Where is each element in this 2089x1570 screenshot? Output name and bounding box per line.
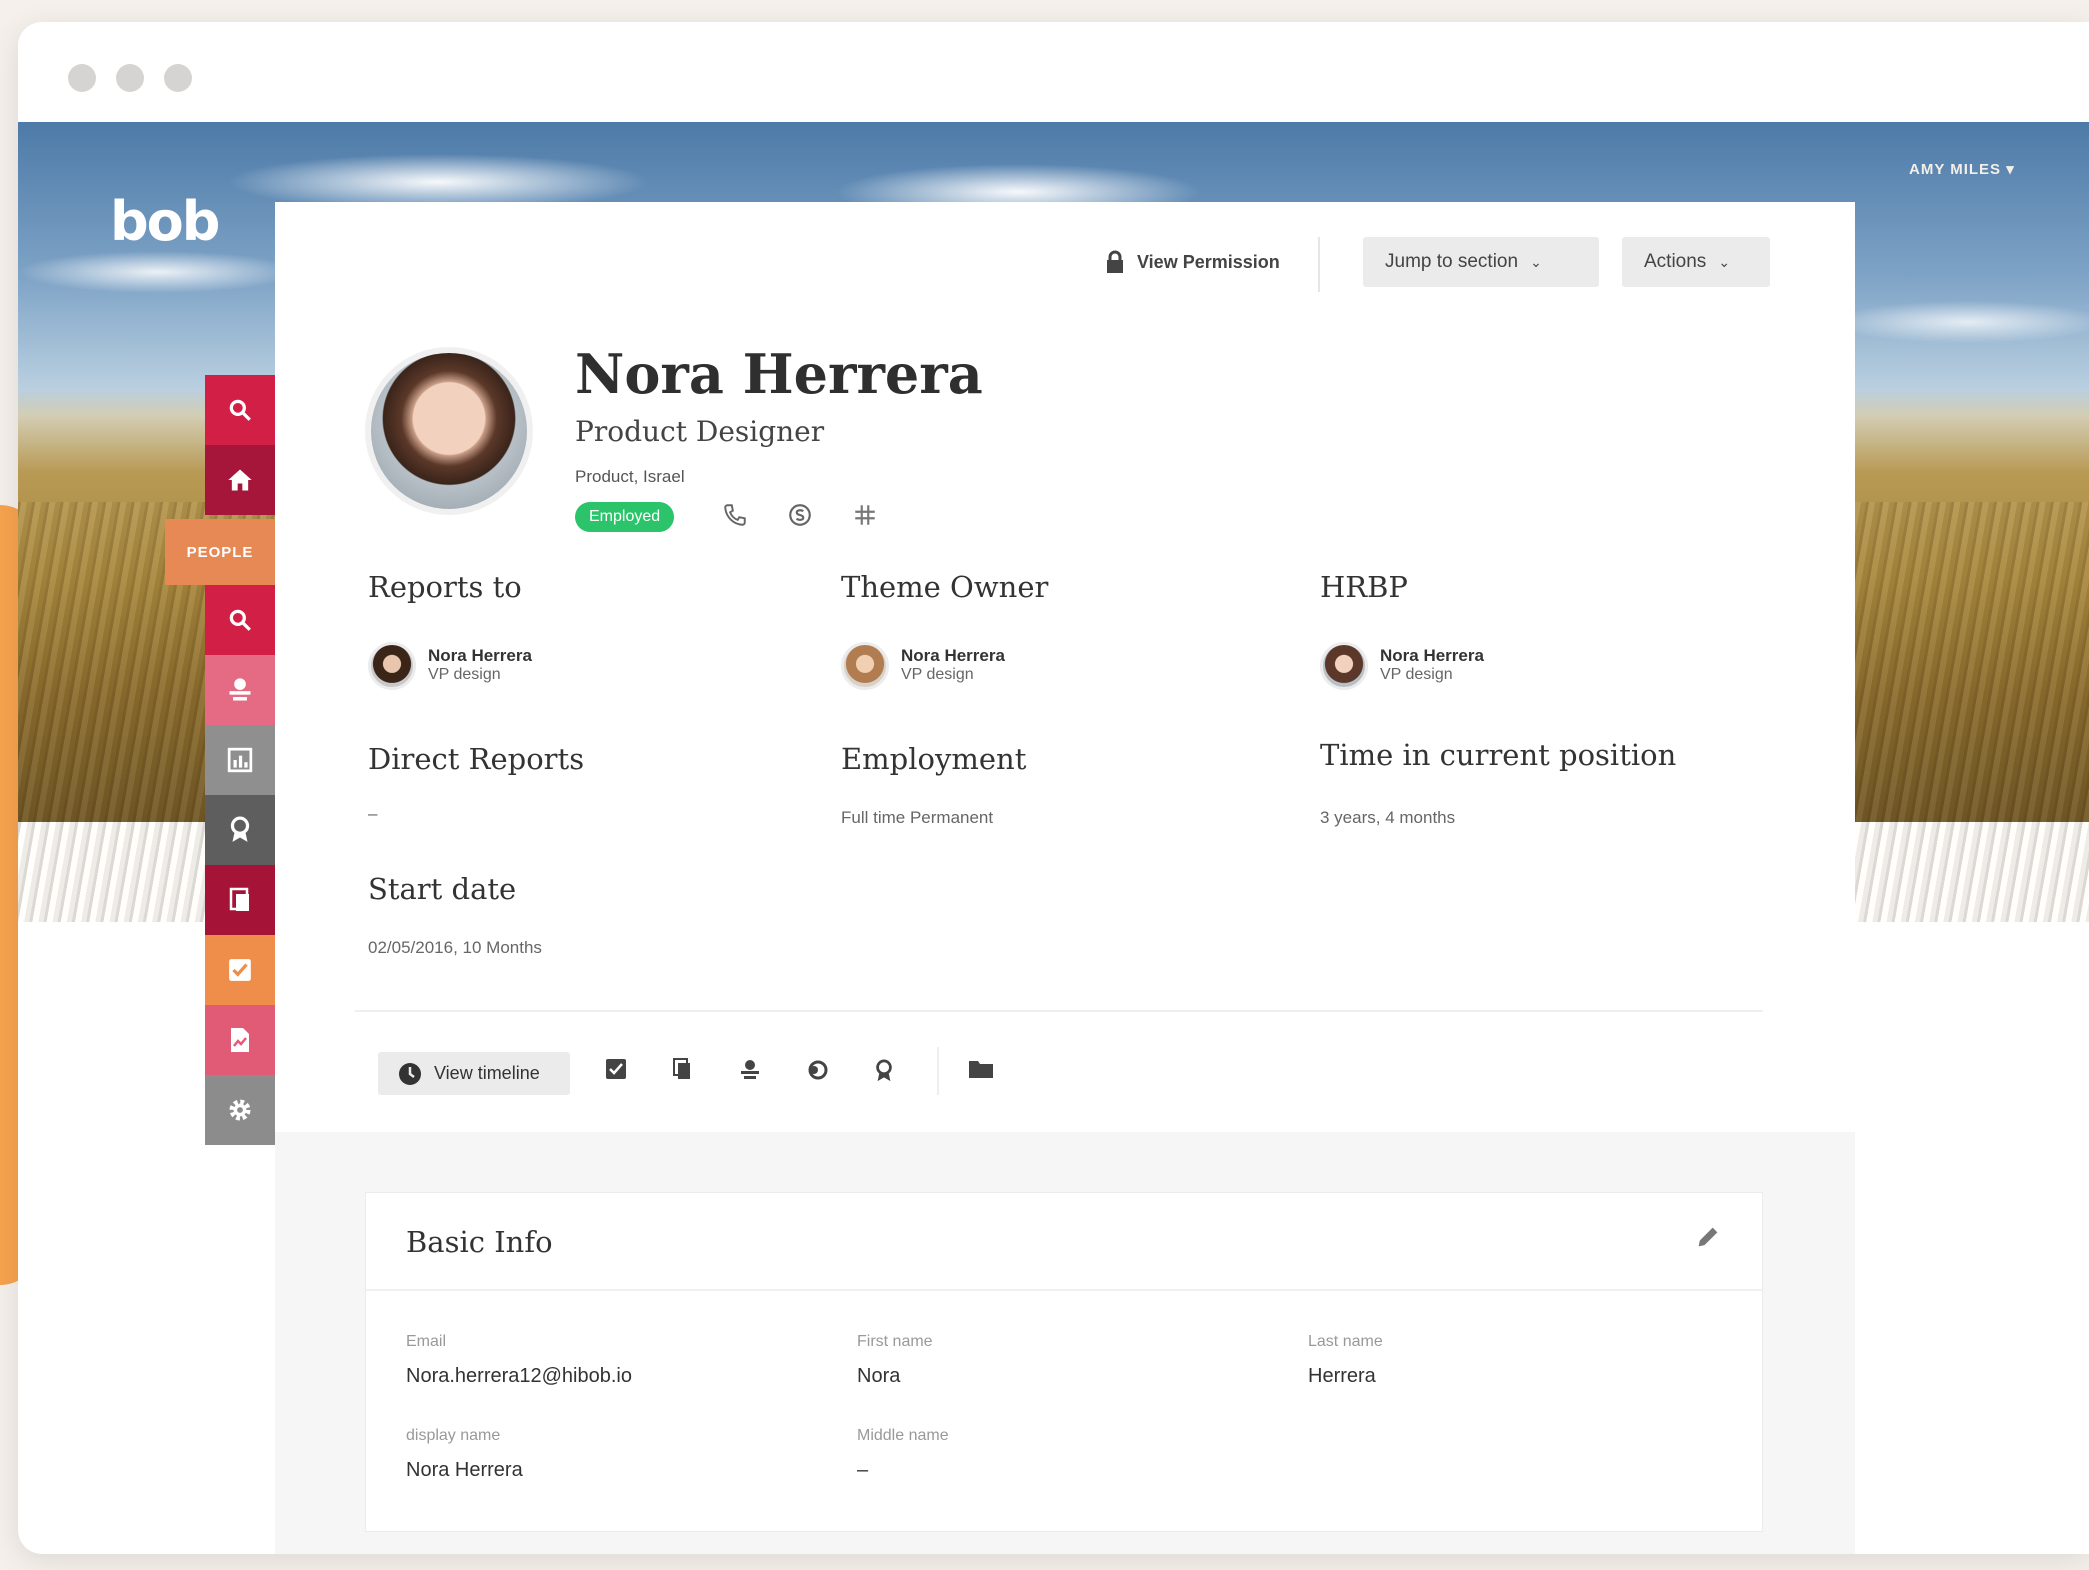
search-icon bbox=[229, 609, 251, 631]
profile-panel: View Permission Jump to section ⌄ Action… bbox=[275, 202, 1855, 1554]
nav-awards-button[interactable] bbox=[205, 795, 275, 865]
jump-to-section-label: Jump to section bbox=[1385, 251, 1519, 272]
skype-icon[interactable] bbox=[787, 502, 813, 528]
view-permission-label: View Permission bbox=[1137, 251, 1280, 272]
email-label: Email bbox=[406, 1333, 447, 1350]
theme-owner-name: Nora Herrera bbox=[901, 646, 1005, 665]
folder-icon[interactable] bbox=[968, 1058, 994, 1080]
last-name-value: Herrera bbox=[1308, 1365, 1376, 1387]
nav-settings-button[interactable] bbox=[205, 1075, 275, 1145]
profile-avatar[interactable] bbox=[365, 347, 533, 515]
edit-pencil-icon[interactable] bbox=[1694, 1223, 1722, 1251]
hrbp-person[interactable]: Nora Herrera VP design bbox=[1320, 642, 1620, 694]
direct-reports-value: – bbox=[368, 804, 378, 823]
view-permission-button[interactable]: View Permission bbox=[1105, 250, 1280, 274]
phone-icon[interactable] bbox=[722, 502, 748, 528]
bob-logo[interactable]: bob bbox=[110, 190, 220, 253]
time-in-position-value: 3 years, 4 months bbox=[1320, 808, 1456, 827]
nav-search-button[interactable] bbox=[205, 375, 275, 445]
status-badge: Employed bbox=[575, 502, 675, 532]
jump-to-section-dropdown[interactable]: Jump to section ⌄ bbox=[1363, 237, 1599, 287]
docs-icon bbox=[229, 887, 249, 911]
actions-dropdown[interactable]: Actions ⌄ bbox=[1622, 237, 1770, 287]
start-date-value: 02/05/2016, 10 Months bbox=[368, 938, 542, 957]
tasks-icon bbox=[229, 959, 251, 981]
reports-to-person[interactable]: Nora Herrera VP design bbox=[368, 642, 668, 694]
view-timeline-button[interactable]: View timeline bbox=[378, 1052, 570, 1095]
window-close-dot[interactable] bbox=[68, 64, 96, 92]
avatar bbox=[1320, 642, 1368, 690]
direct-reports-label: Direct Reports bbox=[368, 742, 585, 776]
lock-icon bbox=[1107, 250, 1123, 273]
hrbp-title: VP design bbox=[1380, 666, 1453, 683]
profile-name: Nora Herrera bbox=[575, 342, 983, 406]
nav-org-chart-button[interactable] bbox=[205, 655, 275, 725]
section-divider bbox=[355, 1010, 1763, 1012]
hrbp-label: HRBP bbox=[1320, 570, 1408, 604]
middle-name-label: Middle name bbox=[857, 1427, 949, 1444]
basic-info-card: Basic Info Email Nora.herrera12@hibob.io… bbox=[365, 1192, 1763, 1532]
card-divider bbox=[366, 1289, 1762, 1291]
org-icon bbox=[229, 678, 251, 701]
reports-to-label: Reports to bbox=[368, 570, 522, 604]
toolbar-divider bbox=[1318, 237, 1320, 292]
start-date-label: Start date bbox=[368, 872, 517, 906]
settings-icon bbox=[229, 1099, 251, 1121]
user-menu[interactable]: AMY MILES ▾ bbox=[1909, 160, 2015, 178]
chevron-down-icon: ⌄ bbox=[1530, 253, 1542, 270]
first-name-value: Nora bbox=[857, 1365, 901, 1387]
search-icon bbox=[229, 399, 251, 421]
profile-title: Product Designer bbox=[575, 415, 825, 448]
nav-reports-button[interactable] bbox=[205, 1005, 275, 1075]
theme-owner-label: Theme Owner bbox=[841, 570, 1049, 604]
docs-icon[interactable] bbox=[672, 1058, 692, 1080]
award-icon bbox=[230, 816, 250, 842]
window-minimize-dot[interactable] bbox=[116, 64, 144, 92]
chevron-down-icon: ⌄ bbox=[1718, 253, 1731, 270]
avatar bbox=[368, 642, 416, 690]
history-icon[interactable] bbox=[805, 1058, 829, 1082]
nav-people-search-button[interactable] bbox=[205, 585, 275, 655]
first-name-label: First name bbox=[857, 1333, 933, 1350]
theme-owner-title: VP design bbox=[901, 666, 974, 683]
home-icon bbox=[228, 469, 252, 491]
reports-to-name: Nora Herrera bbox=[428, 646, 532, 665]
display-name-value: Nora Herrera bbox=[406, 1459, 523, 1481]
nav-home-button[interactable] bbox=[205, 445, 275, 515]
toolbar-divider bbox=[937, 1047, 939, 1095]
side-navigation bbox=[205, 375, 275, 1145]
employment-value: Full time Permanent bbox=[841, 808, 994, 827]
browser-window: bob AMY MILES ▾ PEOPLE View Permission J… bbox=[18, 22, 2089, 1554]
theme-owner-person[interactable]: Nora Herrera VP design bbox=[841, 642, 1141, 694]
hrbp-name: Nora Herrera bbox=[1380, 646, 1484, 665]
report-icon bbox=[231, 1028, 249, 1052]
avatar bbox=[841, 642, 889, 690]
nav-people-tab[interactable]: PEOPLE bbox=[165, 519, 275, 585]
nav-documents-button[interactable] bbox=[205, 865, 275, 935]
actions-label: Actions bbox=[1644, 251, 1707, 272]
clock-icon bbox=[399, 1062, 421, 1085]
middle-name-value: – bbox=[857, 1459, 869, 1481]
reports-to-title: VP design bbox=[428, 666, 501, 683]
chart-icon bbox=[227, 747, 253, 773]
display-name-label: display name bbox=[406, 1427, 501, 1444]
employment-label: Employment bbox=[841, 742, 1027, 776]
nav-analytics-button[interactable] bbox=[205, 725, 275, 795]
profile-department: Product, Israel bbox=[575, 467, 685, 486]
view-timeline-label: View timeline bbox=[434, 1063, 540, 1083]
time-in-position-label: Time in current position bbox=[1320, 738, 1677, 772]
checkbox-icon[interactable] bbox=[605, 1058, 627, 1080]
org-icon[interactable] bbox=[738, 1058, 762, 1082]
basic-info-title: Basic Info bbox=[406, 1225, 553, 1259]
window-maximize-dot[interactable] bbox=[164, 64, 192, 92]
nav-tasks-button[interactable] bbox=[205, 935, 275, 1005]
slack-icon[interactable] bbox=[852, 502, 878, 528]
email-value: Nora.herrera12@hibob.io bbox=[406, 1365, 632, 1387]
last-name-label: Last name bbox=[1308, 1333, 1383, 1350]
window-titlebar bbox=[18, 22, 2089, 122]
award-icon[interactable] bbox=[873, 1058, 895, 1084]
